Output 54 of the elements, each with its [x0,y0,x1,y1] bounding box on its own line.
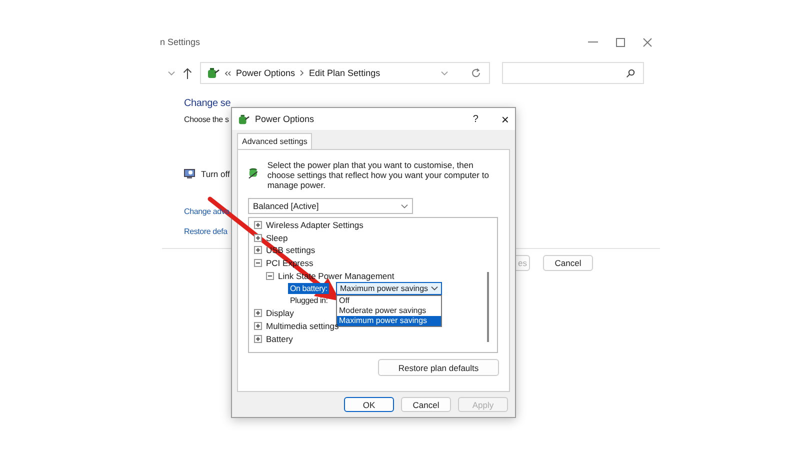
up-arrow-icon[interactable] [183,68,192,78]
dropdown-option[interactable]: Off [337,296,441,306]
maximize-icon[interactable] [616,38,625,46]
expand-icon[interactable] [254,246,262,254]
expand-icon[interactable] [254,322,262,330]
help-button[interactable]: ? [472,114,478,124]
monitor-icon [184,169,195,179]
tree-item[interactable]: Battery [266,334,293,344]
search-icon [626,68,635,78]
expand-icon[interactable] [254,234,262,242]
scrollbar-thumb[interactable] [487,272,489,342]
page-subtitle: Choose the s [184,115,229,124]
refresh-icon[interactable] [471,68,481,78]
minimize-icon[interactable] [588,41,598,43]
setting-label[interactable]: Plugged in: [288,295,330,306]
dialog-button[interactable]: Cancel [401,397,451,412]
double-chevron-icon [225,70,231,76]
chevron-down-icon [401,204,408,208]
tree-item[interactable]: Wireless Adapter Settings [266,220,364,230]
collapse-icon[interactable] [254,259,262,268]
setting-label[interactable]: On battery: [288,282,330,294]
breadcrumb-item[interactable]: Edit Plan Settings [309,68,380,78]
chevron-down-icon [441,70,448,76]
plan-dropdown[interactable]: Balanced [Active] [248,198,413,214]
battery-icon [207,67,220,79]
battery-icon [238,114,250,124]
tree-item[interactable]: Display [266,308,294,318]
close-button[interactable]: × [501,112,509,126]
collapse-icon[interactable] [266,272,274,280]
chevron-down-icon[interactable] [168,70,175,76]
expand-icon[interactable] [254,334,262,343]
dropdown-option[interactable]: Maximum power savings [337,316,441,326]
setting-label: Turn off [201,169,230,179]
chevron-right-icon [300,70,304,76]
tab[interactable]: Advanced settings [237,133,312,149]
breadcrumb-item[interactable]: Power Options [236,68,296,78]
search-field[interactable] [502,62,644,84]
expand-icon[interactable] [254,221,262,230]
page-heading: Change se [184,98,231,109]
dialog-button[interactable]: OK [344,397,394,412]
dropdown-option[interactable]: Moderate power savings [337,306,441,316]
setting-dropdown[interactable]: Maximum power savings [336,282,442,295]
address-bar[interactable]: Power Options Edit Plan Settings [200,62,490,84]
settings-link[interactable]: Restore defa [184,227,228,236]
expand-icon[interactable] [254,309,262,318]
restore-defaults-button[interactable]: Restore plan defaults [378,359,499,376]
chevron-down-icon [431,286,438,291]
close-icon[interactable] [643,38,652,46]
tree-item[interactable]: Multimedia settings [266,321,339,332]
tree-item[interactable]: Sleep [266,232,288,243]
cancel-button[interactable]: Cancel [543,255,593,271]
dialog-title: Power Options [255,114,316,124]
window-title: n Settings [160,37,200,47]
intro-text: Select the power plan that you want to customise, then choose settings that reflect how you want your computer to manage power. [267,160,490,190]
